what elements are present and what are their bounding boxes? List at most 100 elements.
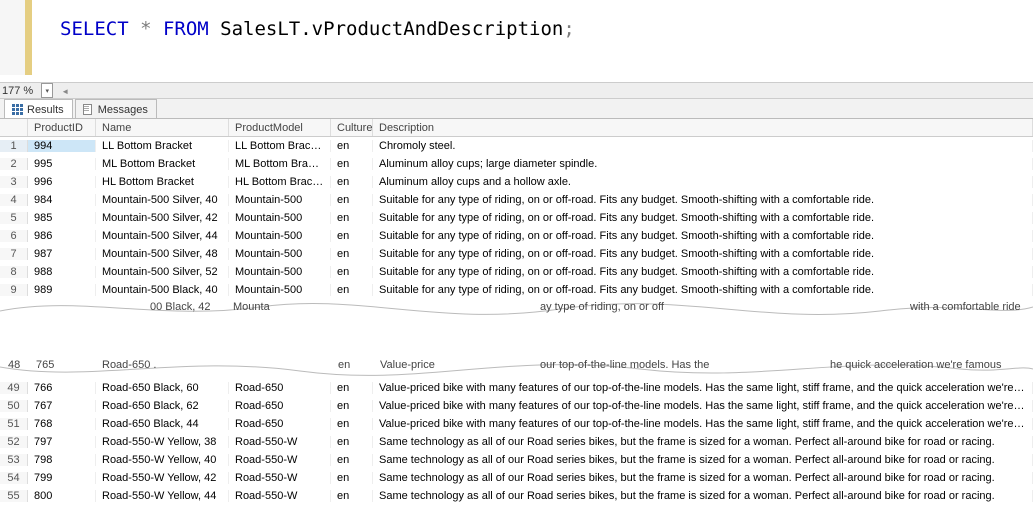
cell-culture[interactable]: en [331,418,373,430]
table-row[interactable]: 54799Road-550-W Yellow, 42Road-550-WenSa… [0,469,1033,487]
cell-name[interactable]: ML Bottom Bracket [96,158,229,170]
cell-name[interactable]: Road-550-W Yellow, 44 [96,490,229,502]
cell-productmodel[interactable]: Road-650 [229,400,331,412]
cell-productid[interactable]: 995 [28,158,96,170]
cell-description[interactable]: Same technology as all of our Road serie… [373,490,1033,502]
tab-messages[interactable]: Messages [75,99,157,118]
cell-productmodel[interactable]: Mountain-500 [229,230,331,242]
table-row[interactable]: 7987Mountain-500 Silver, 48Mountain-500e… [0,245,1033,263]
cell-description[interactable]: Suitable for any type of riding, on or o… [373,212,1033,224]
table-row[interactable]: 3996HL Bottom BracketHL Bottom Bracketen… [0,173,1033,191]
cell-productmodel[interactable]: Mountain-500 [229,194,331,206]
table-row[interactable]: 4984Mountain-500 Silver, 40Mountain-500e… [0,191,1033,209]
cell-productmodel[interactable]: Road-650 [229,382,331,394]
table-row[interactable]: 53798Road-550-W Yellow, 40Road-550-WenSa… [0,451,1033,469]
cell-name[interactable]: Road-650 Black, 44 [96,418,229,430]
cell-name[interactable]: Mountain-500 Black, 40 [96,284,229,296]
cell-name[interactable]: Road-550-W Yellow, 38 [96,436,229,448]
cell-productmodel[interactable]: Mountain-500 [229,212,331,224]
cell-productid[interactable]: 985 [28,212,96,224]
cell-productmodel[interactable]: Road-550-W [229,490,331,502]
cell-productmodel[interactable]: LL Bottom Bracket [229,140,331,152]
cell-culture[interactable]: en [331,266,373,278]
sql-text[interactable]: SELECT * FROM SalesLT.vProductAndDescrip… [60,18,575,40]
cell-description[interactable]: Value-priced bike with many features of … [373,382,1033,394]
cell-culture[interactable]: en [331,284,373,296]
cell-name[interactable]: Road-650 Black, 62 [96,400,229,412]
cell-productid[interactable]: 800 [28,490,96,502]
table-row[interactable]: 49766Road-650 Black, 60Road-650enValue-p… [0,379,1033,397]
cell-description[interactable]: Chromoly steel. [373,140,1033,152]
cell-culture[interactable]: en [331,158,373,170]
cell-culture[interactable]: en [331,490,373,502]
cell-description[interactable]: Same technology as all of our Road serie… [373,472,1033,484]
cell-culture[interactable]: en [331,194,373,206]
cell-description[interactable]: Suitable for any type of riding, on or o… [373,284,1033,296]
cell-culture[interactable]: en [331,382,373,394]
cell-description[interactable]: Same technology as all of our Road serie… [373,436,1033,448]
cell-name[interactable]: Mountain-500 Silver, 42 [96,212,229,224]
cell-productmodel[interactable]: Mountain-500 [229,266,331,278]
table-row[interactable]: 55800Road-550-W Yellow, 44Road-550-WenSa… [0,487,1033,505]
sql-editor[interactable]: SELECT * FROM SalesLT.vProductAndDescrip… [0,0,1033,82]
cell-culture[interactable]: en [331,248,373,260]
table-row[interactable]: 5985Mountain-500 Silver, 42Mountain-500e… [0,209,1033,227]
table-row[interactable]: 1994LL Bottom BracketLL Bottom Bracketen… [0,137,1033,155]
cell-description[interactable]: Suitable for any type of riding, on or o… [373,266,1033,278]
cell-name[interactable]: Mountain-500 Silver, 52 [96,266,229,278]
cell-productmodel[interactable]: Road-650 [229,418,331,430]
table-row[interactable]: 6986Mountain-500 Silver, 44Mountain-500e… [0,227,1033,245]
table-row[interactable]: 52797Road-550-W Yellow, 38Road-550-WenSa… [0,433,1033,451]
cell-productid[interactable]: 798 [28,454,96,466]
cell-culture[interactable]: en [331,454,373,466]
table-row[interactable]: 9989Mountain-500 Black, 40Mountain-500en… [0,281,1033,299]
cell-description[interactable]: Value-priced bike with many features of … [373,418,1033,430]
cell-description[interactable]: Same technology as all of our Road serie… [373,454,1033,466]
table-row[interactable]: 2995ML Bottom BracketML Bottom Bracketen… [0,155,1033,173]
cell-productmodel[interactable]: Mountain-500 [229,284,331,296]
cell-description[interactable]: Suitable for any type of riding, on or o… [373,230,1033,242]
cell-description[interactable]: Aluminum alloy cups and a hollow axle. [373,176,1033,188]
table-row[interactable]: 51768Road-650 Black, 44Road-650enValue-p… [0,415,1033,433]
cell-name[interactable]: Mountain-500 Silver, 40 [96,194,229,206]
cell-description[interactable]: Suitable for any type of riding, on or o… [373,248,1033,260]
cell-productid[interactable]: 799 [28,472,96,484]
cell-productid[interactable]: 986 [28,230,96,242]
zoom-dropdown[interactable]: ▾ [41,83,53,98]
header-productmodel[interactable]: ProductModel [229,119,331,136]
cell-name[interactable]: HL Bottom Bracket [96,176,229,188]
header-name[interactable]: Name [96,119,229,136]
cell-culture[interactable]: en [331,230,373,242]
cell-productmodel[interactable]: Road-550-W [229,472,331,484]
header-productid[interactable]: ProductID [28,119,96,136]
cell-productid[interactable]: 994 [28,140,96,152]
cell-productid[interactable]: 767 [28,400,96,412]
cell-productid[interactable]: 797 [28,436,96,448]
table-row[interactable]: 8988Mountain-500 Silver, 52Mountain-500e… [0,263,1033,281]
header-description[interactable]: Description [373,119,1033,136]
cell-productmodel[interactable]: Mountain-500 [229,248,331,260]
cell-productid[interactable]: 766 [28,382,96,394]
cell-productid[interactable]: 996 [28,176,96,188]
cell-culture[interactable]: en [331,472,373,484]
tab-results[interactable]: Results [4,99,73,118]
scroll-left-icon[interactable]: ◄ [61,87,69,95]
cell-productmodel[interactable]: Road-550-W [229,436,331,448]
cell-name[interactable]: LL Bottom Bracket [96,140,229,152]
cell-culture[interactable]: en [331,400,373,412]
cell-culture[interactable]: en [331,176,373,188]
cell-productmodel[interactable]: ML Bottom Bracket [229,158,331,170]
cell-productid[interactable]: 987 [28,248,96,260]
cell-productid[interactable]: 988 [28,266,96,278]
cell-culture[interactable]: en [331,436,373,448]
cell-description[interactable]: Value-priced bike with many features of … [373,400,1033,412]
cell-culture[interactable]: en [331,140,373,152]
cell-productid[interactable]: 768 [28,418,96,430]
cell-name[interactable]: Road-650 Black, 60 [96,382,229,394]
cell-productid[interactable]: 989 [28,284,96,296]
cell-description[interactable]: Aluminum alloy cups; large diameter spin… [373,158,1033,170]
header-rownum[interactable] [0,119,28,136]
cell-productid[interactable]: 984 [28,194,96,206]
cell-name[interactable]: Road-550-W Yellow, 40 [96,454,229,466]
cell-name[interactable]: Road-550-W Yellow, 42 [96,472,229,484]
